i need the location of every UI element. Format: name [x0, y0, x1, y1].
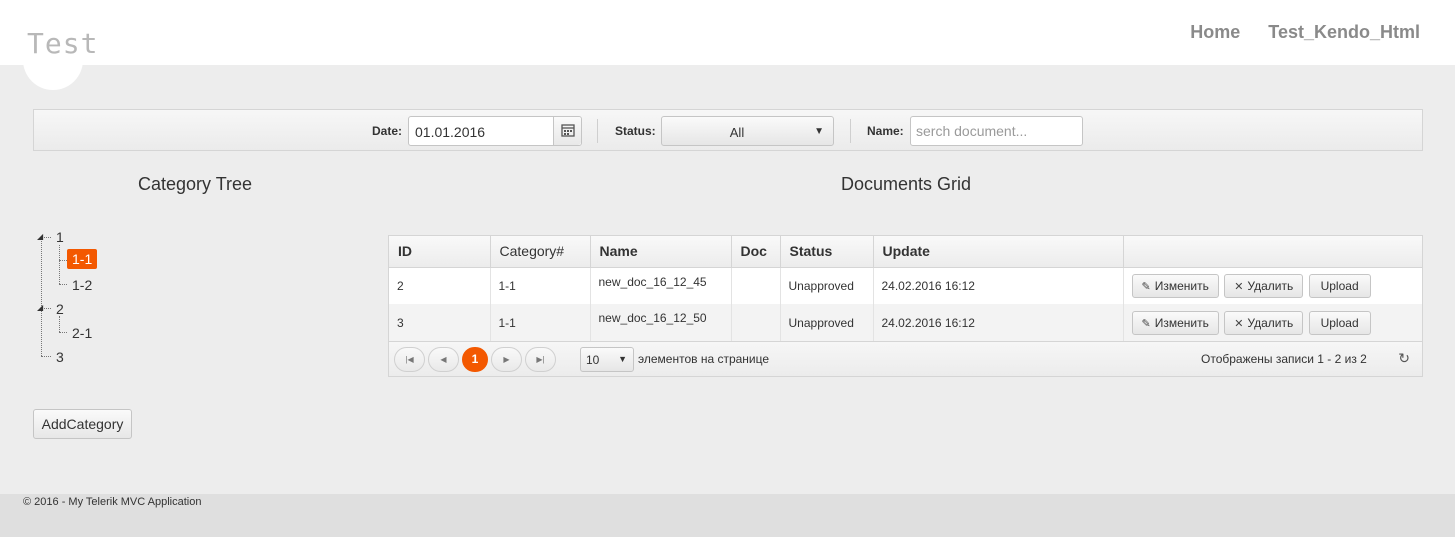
chevron-down-icon: ▼	[618, 354, 627, 364]
cell-category: 1-1	[490, 267, 591, 304]
date-label: Date:	[372, 124, 403, 138]
name-search-input[interactable]	[910, 116, 1083, 146]
tree-node-2-1[interactable]: 2-1	[72, 325, 92, 341]
cell-name: new_doc_16_12_45	[590, 267, 732, 304]
first-page-icon[interactable]: |◀	[394, 347, 425, 372]
documents-grid: ID Category# Name Doc Status Update 2 1-…	[388, 235, 1423, 377]
tree-guide-line	[59, 284, 67, 285]
upload-button[interactable]: Upload	[1308, 310, 1371, 335]
tree-guide-line	[41, 356, 51, 357]
pencil-icon: ✎	[1141, 317, 1151, 330]
table-row[interactable]: 3 1-1 new_doc_16_12_50 Unapproved 24.02.…	[389, 304, 1422, 341]
last-page-icon[interactable]: ▶|	[525, 347, 556, 372]
tree-guide-line	[59, 245, 60, 284]
cell-actions: ✎ Изменить ✕ Удалить Upload	[1123, 304, 1422, 341]
top-nav: Home Test_Kendo_Html	[1190, 22, 1420, 43]
name-label: Name:	[867, 124, 904, 138]
toolbar-separator	[597, 119, 598, 143]
page-size-value: 10	[586, 353, 600, 367]
column-header-category[interactable]: Category#	[490, 236, 591, 268]
footer-copyright: © 2016 - My Telerik MVC Application	[23, 496, 202, 508]
cell-status: Unapproved	[780, 267, 874, 304]
toolbar-separator	[850, 119, 851, 143]
page-size-label: элементов на странице	[638, 352, 770, 366]
status-value: All	[729, 125, 745, 140]
column-header-update[interactable]: Update	[873, 236, 1124, 268]
upload-button[interactable]: Upload	[1308, 273, 1371, 298]
column-header-doc[interactable]: Doc	[731, 236, 781, 268]
refresh-icon[interactable]: ↻	[1398, 350, 1410, 367]
footer: © 2016 - My Telerik MVC Application	[0, 494, 1455, 537]
cell-category: 1-1	[490, 304, 591, 341]
tree-guide-line	[59, 260, 67, 261]
pager-info: Отображены записи 1 - 2 из 2	[1201, 352, 1367, 366]
delete-label: Удалить	[1247, 315, 1294, 330]
page-size-dropdown[interactable]: 10 ▼	[580, 347, 634, 372]
cell-status: Unapproved	[780, 304, 874, 341]
close-icon: ✕	[1234, 280, 1244, 293]
cell-doc	[731, 304, 781, 341]
grid-header-row: ID Category# Name Doc Status Update	[389, 236, 1422, 268]
cell-update: 24.02.2016 16:12	[873, 304, 1124, 341]
column-header-actions	[1123, 236, 1422, 268]
cell-actions: ✎ Изменить ✕ Удалить Upload	[1123, 267, 1422, 304]
add-category-button[interactable]: AddCategory	[33, 409, 132, 439]
collapse-arrow-icon[interactable]: ◢	[37, 232, 43, 241]
logo[interactable]: Test	[27, 27, 98, 60]
pencil-icon: ✎	[1141, 280, 1151, 293]
edit-label: Изменить	[1154, 278, 1209, 293]
tree-guide-line	[59, 332, 67, 333]
tree-node-3[interactable]: 3	[56, 349, 64, 365]
edit-button[interactable]: ✎ Изменить	[1131, 310, 1219, 335]
calendar-icon[interactable]	[553, 117, 581, 145]
delete-button[interactable]: ✕ Удалить	[1224, 273, 1304, 298]
cell-id: 2	[389, 267, 491, 304]
status-label: Status:	[615, 124, 656, 138]
header-bar: Test Home Test_Kendo_Html	[0, 0, 1455, 90]
documents-grid-title: Documents Grid	[841, 174, 972, 194]
column-header-status[interactable]: Status	[780, 236, 874, 268]
tree-node-1-2[interactable]: 1-2	[72, 277, 92, 293]
current-page-button[interactable]: 1	[462, 347, 488, 372]
table-row[interactable]: 2 1-1 new_doc_16_12_45 Unapproved 24.02.…	[389, 267, 1422, 304]
edit-button[interactable]: ✎ Изменить	[1131, 273, 1219, 298]
nav-test-kendo-html-link[interactable]: Test_Kendo_Html	[1268, 22, 1420, 43]
next-page-icon[interactable]: ▶	[491, 347, 522, 372]
category-tree: ◢ 1 1-1 1-2 ◢ 2 2-1 3	[33, 225, 183, 365]
tree-node-1[interactable]: 1	[56, 229, 64, 245]
grid-pager: |◀ ◀ 1 ▶ ▶| 10 ▼ элементов на странице О…	[389, 341, 1422, 376]
filter-toolbar: Date: 01.01.2016 Status: All ▼ Name:	[33, 109, 1423, 151]
documents-table: ID Category# Name Doc Status Update 2 1-…	[389, 236, 1422, 341]
chevron-down-icon: ▼	[814, 126, 824, 137]
nav-home-link[interactable]: Home	[1190, 22, 1240, 43]
close-icon: ✕	[1234, 317, 1244, 330]
column-header-id[interactable]: ID	[389, 236, 491, 268]
tree-guide-line	[59, 316, 60, 332]
cell-doc	[731, 267, 781, 304]
status-dropdown[interactable]: All ▼	[661, 116, 834, 146]
column-header-name[interactable]: Name	[590, 236, 732, 268]
tree-node-1-1[interactable]: 1-1	[67, 249, 98, 269]
cell-name: new_doc_16_12_50	[590, 304, 732, 341]
tree-node-2[interactable]: 2	[56, 301, 64, 317]
date-value[interactable]: 01.01.2016	[415, 124, 485, 140]
category-tree-title: Category Tree	[138, 174, 253, 194]
date-picker[interactable]: 01.01.2016	[408, 116, 582, 146]
delete-button[interactable]: ✕ Удалить	[1224, 310, 1304, 335]
edit-label: Изменить	[1154, 315, 1209, 330]
tree-guide-line	[41, 237, 42, 356]
cell-update: 24.02.2016 16:12	[873, 267, 1124, 304]
previous-page-icon[interactable]: ◀	[428, 347, 459, 372]
collapse-arrow-icon[interactable]: ◢	[37, 303, 43, 312]
cell-id: 3	[389, 304, 491, 341]
delete-label: Удалить	[1247, 278, 1294, 293]
